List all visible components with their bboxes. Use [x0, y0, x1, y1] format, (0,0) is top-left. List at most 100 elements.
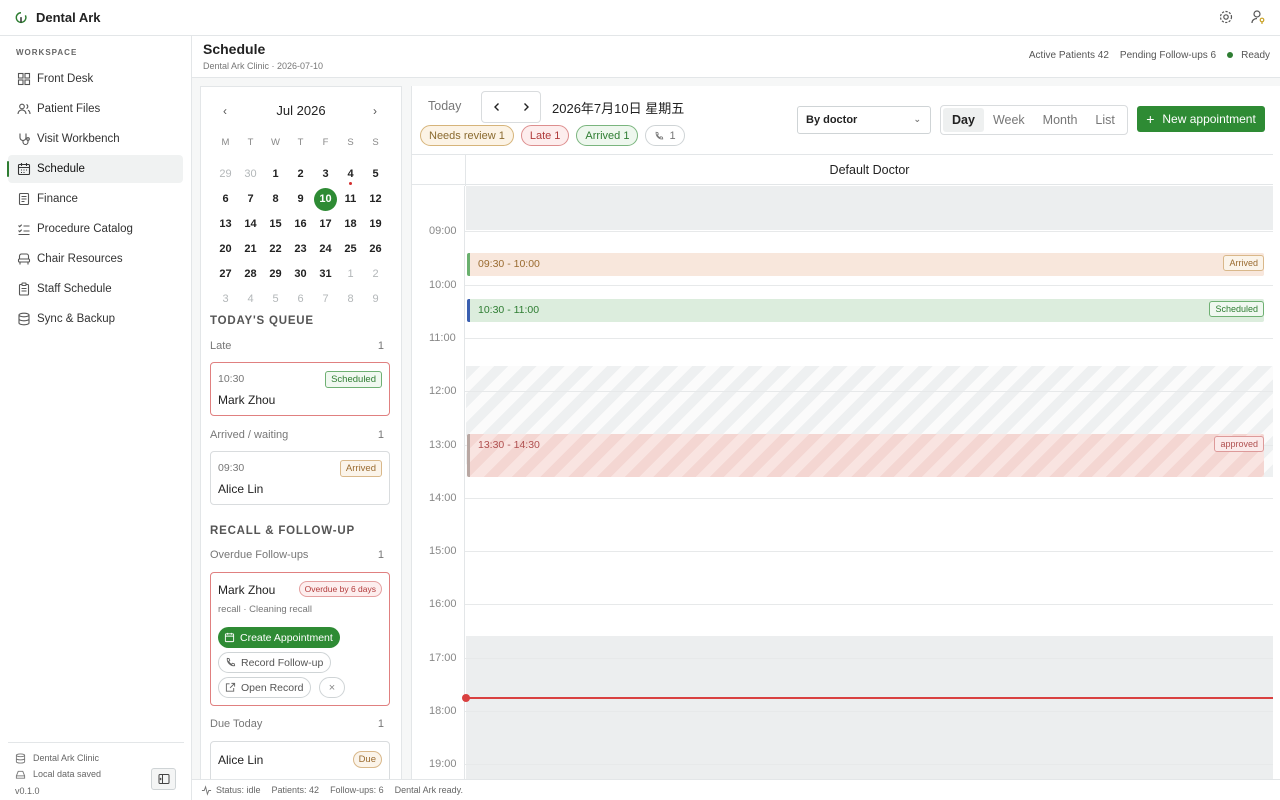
view-tabs: Day Week Month List: [940, 105, 1128, 135]
calendar-day[interactable]: 18: [338, 212, 363, 237]
weekday-label: T: [297, 137, 304, 148]
calendar-day[interactable]: 23: [288, 237, 313, 262]
create-appointment-button[interactable]: Create Appointment: [218, 627, 340, 648]
calendar-day[interactable]: 5: [263, 287, 288, 312]
calendar-day[interactable]: 14: [238, 212, 263, 237]
sidebar-item-label: Chair Resources: [37, 253, 123, 265]
hour-gridline: [465, 284, 1273, 286]
next-month-button[interactable]: ›: [367, 103, 383, 119]
checklist-icon: [18, 224, 30, 236]
calendar-day[interactable]: 3: [313, 162, 338, 187]
calendar-day[interactable]: 7: [313, 287, 338, 312]
collapse-sidebar-button[interactable]: [151, 768, 176, 790]
next-day-button[interactable]: [511, 92, 540, 122]
calendar-day[interactable]: 30: [288, 262, 313, 287]
tab-week[interactable]: Week: [984, 108, 1034, 132]
calendar-day[interactable]: 7: [238, 187, 263, 212]
calendar-day[interactable]: 6: [213, 187, 238, 212]
arrived-chip[interactable]: Arrived 1: [576, 125, 639, 146]
sidebar-item-chair-resources[interactable]: Chair Resources: [8, 245, 183, 273]
calendar-day[interactable]: 27: [213, 262, 238, 287]
new-appointment-button[interactable]: + New appointment: [1137, 106, 1265, 132]
appointment-time: 10:30: [218, 373, 245, 385]
calendar-day[interactable]: 5: [363, 162, 388, 187]
calendar-day[interactable]: 4: [338, 162, 363, 187]
sidebar-item-sync-backup[interactable]: Sync & Backup: [8, 305, 183, 333]
late-chip[interactable]: Late 1: [520, 125, 570, 146]
sidebar-item-patient-files[interactable]: Patient Files: [8, 95, 183, 123]
calendar-day[interactable]: 21: [238, 237, 263, 262]
needs-review-chip[interactable]: Needs review 1: [420, 125, 514, 146]
group-by-select[interactable]: By doctor ⌄: [797, 106, 931, 134]
calendar-day[interactable]: 8: [338, 287, 363, 312]
calendar-day[interactable]: 2: [288, 162, 313, 187]
queue-card-late[interactable]: 10:30 Scheduled Mark Zhou: [210, 362, 390, 416]
appointment-block[interactable]: 09:30 - 10:00 Arrived: [467, 253, 1264, 276]
calendar-day[interactable]: 31: [313, 262, 338, 287]
sidebar-item-schedule[interactable]: Schedule: [7, 155, 183, 183]
schedule-side-panel: ‹ Jul 2026 › M T W T F S S 29 30 1 2 3 4 5 6 7 8 9 10 11 12 1…: [200, 86, 402, 779]
calendar-day[interactable]: 26: [363, 237, 388, 262]
calendar-day[interactable]: 9: [288, 187, 313, 212]
due-badge: Due: [352, 751, 382, 768]
calendar-day[interactable]: 16: [288, 212, 313, 237]
tab-month[interactable]: Month: [1034, 108, 1087, 132]
appointment-block[interactable]: 13:30 - 14:30 approved: [467, 434, 1264, 477]
status-badge: Scheduled: [1209, 301, 1264, 317]
open-record-button[interactable]: Open Record: [218, 677, 312, 698]
sidebar-item-finance[interactable]: Finance: [8, 185, 183, 213]
calendar-day[interactable]: 29: [213, 162, 238, 187]
calendar-day[interactable]: 1: [263, 162, 288, 187]
calendar-day[interactable]: 1: [338, 262, 363, 287]
appointment-block[interactable]: 10:30 - 11:00 Scheduled: [467, 299, 1264, 322]
calendar-day[interactable]: 22: [263, 237, 288, 262]
calendar-day[interactable]: 13: [213, 212, 238, 237]
calendar-day[interactable]: 25: [338, 237, 363, 262]
calendar-day[interactable]: 11: [338, 187, 363, 212]
prev-day-button[interactable]: [482, 92, 511, 122]
status-dot-icon: [1227, 52, 1234, 58]
calendar-day[interactable]: 4: [238, 287, 263, 312]
calendar-day[interactable]: 10: [313, 187, 338, 212]
data-status: Local data saved: [33, 769, 102, 779]
phone-followup-chip[interactable]: 1: [645, 125, 685, 146]
calendar-day[interactable]: 17: [313, 212, 338, 237]
followup-card-due[interactable]: Alice Lin Due: [210, 741, 390, 779]
status-badge: Scheduled: [325, 371, 382, 388]
queue-card-arrived[interactable]: 09:30 Arrived Alice Lin: [210, 451, 390, 505]
user-key-icon[interactable]: [1250, 9, 1266, 25]
calendar-day[interactable]: 6: [288, 287, 313, 312]
calendar-day[interactable]: 19: [363, 212, 388, 237]
calendar-day[interactable]: 29: [263, 262, 288, 287]
calendar-day[interactable]: 2: [363, 262, 388, 287]
calendar-day[interactable]: 28: [238, 262, 263, 287]
calendar-day[interactable]: 20: [213, 237, 238, 262]
sidebar-item-procedure-catalog[interactable]: Procedure Catalog: [8, 215, 183, 243]
record-followup-button[interactable]: Record Follow-up: [218, 652, 332, 673]
calendar-day[interactable]: 8: [263, 187, 288, 212]
status-message: Dental Ark ready.: [394, 785, 463, 795]
plus-icon: +: [1146, 111, 1155, 127]
calendar-day[interactable]: 24: [313, 237, 338, 262]
sidebar-item-front-desk[interactable]: Front Desk: [8, 65, 183, 93]
filter-chips: Needs review 1 Late 1 Arrived 1 1: [420, 125, 685, 146]
weekday-label: W: [271, 137, 280, 148]
app-logo-icon: [15, 11, 27, 23]
calendar-day[interactable]: 12: [363, 187, 388, 212]
chevron-right-icon: [523, 103, 529, 111]
closed-hours-block: [466, 186, 1273, 230]
sidebar-item-visit-workbench[interactable]: Visit Workbench: [8, 125, 183, 153]
page-header: Schedule Dental Ark Clinic · 2026-07-10 …: [192, 36, 1280, 78]
sidebar-item-staff-schedule[interactable]: Staff Schedule: [8, 275, 183, 303]
tab-list[interactable]: List: [1086, 108, 1123, 132]
calendar-day[interactable]: 9: [363, 287, 388, 312]
tab-day[interactable]: Day: [943, 108, 984, 132]
calendar-day[interactable]: 30: [238, 162, 263, 187]
calendar-day[interactable]: 15: [263, 212, 288, 237]
dismiss-followup-button[interactable]: ×: [319, 677, 345, 698]
today-button[interactable]: Today: [428, 99, 461, 113]
calendar-day[interactable]: 3: [213, 287, 238, 312]
settings-gear-icon[interactable]: [1218, 9, 1234, 25]
overdue-group-label: Overdue Follow-ups 1: [210, 549, 384, 561]
page-subtitle: Dental Ark Clinic · 2026-07-10: [203, 61, 324, 71]
